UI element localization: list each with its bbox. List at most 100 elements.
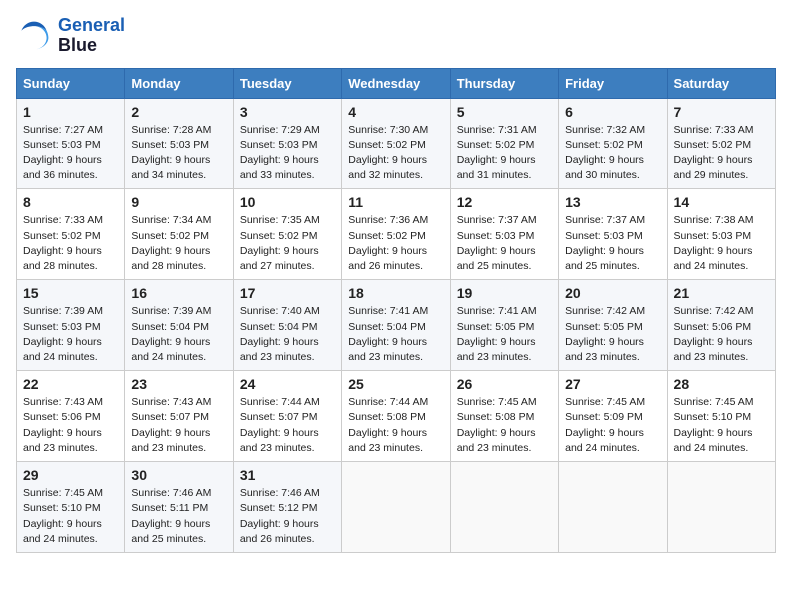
calendar-day: 31 Sunrise: 7:46 AMSunset: 5:12 PMDayligh… [233, 462, 341, 553]
calendar-day: 28 Sunrise: 7:45 AMSunset: 5:10 PMDayligh… [667, 371, 775, 462]
day-number: 30 [131, 467, 226, 483]
calendar-day: 8 Sunrise: 7:33 AMSunset: 5:02 PMDaylight… [17, 189, 125, 280]
weekday-header: Saturday [667, 68, 775, 98]
calendar-day: 23Sunrise: 7:43 AMSunset: 5:07 PMDayligh… [125, 371, 233, 462]
calendar-day: 7 Sunrise: 7:33 AMSunset: 5:02 PMDaylight… [667, 98, 775, 189]
weekday-header: Tuesday [233, 68, 341, 98]
calendar-day: 10 Sunrise: 7:35 AMSunset: 5:02 PMDayligh… [233, 189, 341, 280]
day-info: Sunrise: 7:42 AMSunset: 5:06 PMDaylight:… [674, 304, 769, 365]
calendar-day: 25 Sunrise: 7:44 AMSunset: 5:08 PMDayligh… [342, 371, 450, 462]
day-number: 17 [240, 285, 335, 301]
calendar-day: 11 Sunrise: 7:36 AMSunset: 5:02 PMDayligh… [342, 189, 450, 280]
day-number: 3 [240, 104, 335, 120]
day-number: 6 [565, 104, 660, 120]
calendar-table: SundayMondayTuesdayWednesdayThursdayFrid… [16, 68, 776, 553]
logo: GeneralBlue [16, 16, 125, 56]
day-info: Sunrise: 7:33 AMSunset: 5:02 PMDaylight:… [23, 213, 118, 274]
calendar-day: 19Sunrise: 7:41 AMSunset: 5:05 PMDayligh… [450, 280, 558, 371]
day-info: Sunrise: 7:31 AMSunset: 5:02 PMDaylight:… [457, 123, 552, 184]
day-number: 12 [457, 194, 552, 210]
weekday-header: Sunday [17, 68, 125, 98]
day-number: 24 [240, 376, 335, 392]
day-number: 29 [23, 467, 118, 483]
logo-icon [16, 18, 52, 54]
calendar-day: 2 Sunrise: 7:28 AMSunset: 5:03 PMDaylight… [125, 98, 233, 189]
day-info: Sunrise: 7:36 AMSunset: 5:02 PMDaylight:… [348, 213, 443, 274]
day-info: Sunrise: 7:45 AMSunset: 5:10 PMDaylight:… [674, 395, 769, 456]
day-number: 15 [23, 285, 118, 301]
day-number: 13 [565, 194, 660, 210]
day-number: 18 [348, 285, 443, 301]
day-number: 7 [674, 104, 769, 120]
calendar-day: 5 Sunrise: 7:31 AMSunset: 5:02 PMDaylight… [450, 98, 558, 189]
calendar-week: 15 Sunrise: 7:39 AMSunset: 5:03 PMDayligh… [17, 280, 776, 371]
day-number: 11 [348, 194, 443, 210]
day-info: Sunrise: 7:46 AMSunset: 5:12 PMDaylight:… [240, 486, 335, 547]
day-info: Sunrise: 7:37 AMSunset: 5:03 PMDaylight:… [457, 213, 552, 274]
day-number: 16 [131, 285, 226, 301]
day-info: Sunrise: 7:34 AMSunset: 5:02 PMDaylight:… [131, 213, 226, 274]
calendar-day: 29Sunrise: 7:45 AMSunset: 5:10 PMDayligh… [17, 462, 125, 553]
calendar-day: 6 Sunrise: 7:32 AMSunset: 5:02 PMDaylight… [559, 98, 667, 189]
day-number: 5 [457, 104, 552, 120]
calendar-day: 17Sunrise: 7:40 AMSunset: 5:04 PMDayligh… [233, 280, 341, 371]
day-info: Sunrise: 7:28 AMSunset: 5:03 PMDaylight:… [131, 123, 226, 184]
day-info: Sunrise: 7:44 AMSunset: 5:08 PMDaylight:… [348, 395, 443, 456]
day-info: Sunrise: 7:27 AMSunset: 5:03 PMDaylight:… [23, 123, 118, 184]
day-number: 2 [131, 104, 226, 120]
calendar-week: 22 Sunrise: 7:43 AMSunset: 5:06 PMDayligh… [17, 371, 776, 462]
calendar-day: 22 Sunrise: 7:43 AMSunset: 5:06 PMDayligh… [17, 371, 125, 462]
day-info: Sunrise: 7:44 AMSunset: 5:07 PMDaylight:… [240, 395, 335, 456]
day-info: Sunrise: 7:33 AMSunset: 5:02 PMDaylight:… [674, 123, 769, 184]
day-number: 21 [674, 285, 769, 301]
day-info: Sunrise: 7:37 AMSunset: 5:03 PMDaylight:… [565, 213, 660, 274]
day-number: 27 [565, 376, 660, 392]
calendar-day: 1 Sunrise: 7:27 AMSunset: 5:03 PMDaylight… [17, 98, 125, 189]
day-number: 14 [674, 194, 769, 210]
calendar-day: 3 Sunrise: 7:29 AMSunset: 5:03 PMDaylight… [233, 98, 341, 189]
calendar-day: 16 Sunrise: 7:39 AMSunset: 5:04 PMDayligh… [125, 280, 233, 371]
day-info: Sunrise: 7:41 AMSunset: 5:04 PMDaylight:… [348, 304, 443, 365]
calendar-day: 13 Sunrise: 7:37 AMSunset: 5:03 PMDayligh… [559, 189, 667, 280]
day-info: Sunrise: 7:32 AMSunset: 5:02 PMDaylight:… [565, 123, 660, 184]
day-info: Sunrise: 7:38 AMSunset: 5:03 PMDaylight:… [674, 213, 769, 274]
calendar-week: 8 Sunrise: 7:33 AMSunset: 5:02 PMDaylight… [17, 189, 776, 280]
day-number: 22 [23, 376, 118, 392]
calendar-day: 12 Sunrise: 7:37 AMSunset: 5:03 PMDayligh… [450, 189, 558, 280]
calendar-body: 1 Sunrise: 7:27 AMSunset: 5:03 PMDaylight… [17, 98, 776, 552]
day-number: 23 [131, 376, 226, 392]
calendar-day: 21 Sunrise: 7:42 AMSunset: 5:06 PMDayligh… [667, 280, 775, 371]
day-number: 10 [240, 194, 335, 210]
weekday-header: Thursday [450, 68, 558, 98]
calendar-day [667, 462, 775, 553]
weekday-header: Monday [125, 68, 233, 98]
calendar-day: 4Sunrise: 7:30 AMSunset: 5:02 PMDaylight… [342, 98, 450, 189]
calendar-day: 30 Sunrise: 7:46 AMSunset: 5:11 PMDayligh… [125, 462, 233, 553]
day-number: 8 [23, 194, 118, 210]
day-info: Sunrise: 7:39 AMSunset: 5:04 PMDaylight:… [131, 304, 226, 365]
calendar-day: 20 Sunrise: 7:42 AMSunset: 5:05 PMDayligh… [559, 280, 667, 371]
day-number: 31 [240, 467, 335, 483]
calendar-day: 27 Sunrise: 7:45 AMSunset: 5:09 PMDayligh… [559, 371, 667, 462]
weekday-header: Wednesday [342, 68, 450, 98]
day-info: Sunrise: 7:39 AMSunset: 5:03 PMDaylight:… [23, 304, 118, 365]
day-info: Sunrise: 7:29 AMSunset: 5:03 PMDaylight:… [240, 123, 335, 184]
day-number: 20 [565, 285, 660, 301]
calendar-day: 15 Sunrise: 7:39 AMSunset: 5:03 PMDayligh… [17, 280, 125, 371]
day-info: Sunrise: 7:43 AMSunset: 5:06 PMDaylight:… [23, 395, 118, 456]
calendar-day [450, 462, 558, 553]
day-info: Sunrise: 7:45 AMSunset: 5:09 PMDaylight:… [565, 395, 660, 456]
day-number: 25 [348, 376, 443, 392]
day-number: 4 [348, 104, 443, 120]
day-number: 26 [457, 376, 552, 392]
weekday-header: Friday [559, 68, 667, 98]
day-info: Sunrise: 7:35 AMSunset: 5:02 PMDaylight:… [240, 213, 335, 274]
calendar-header: SundayMondayTuesdayWednesdayThursdayFrid… [17, 68, 776, 98]
day-info: Sunrise: 7:46 AMSunset: 5:11 PMDaylight:… [131, 486, 226, 547]
day-number: 9 [131, 194, 226, 210]
day-info: Sunrise: 7:42 AMSunset: 5:05 PMDaylight:… [565, 304, 660, 365]
calendar-day: 9 Sunrise: 7:34 AMSunset: 5:02 PMDaylight… [125, 189, 233, 280]
logo-text: GeneralBlue [58, 16, 125, 56]
day-number: 28 [674, 376, 769, 392]
day-number: 1 [23, 104, 118, 120]
